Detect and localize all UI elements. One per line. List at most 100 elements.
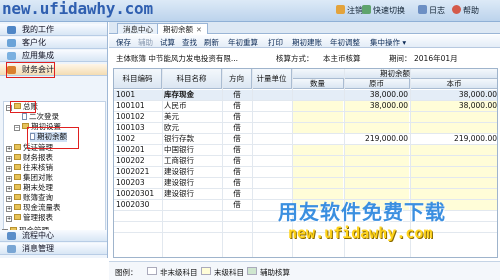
cell-local[interactable] (410, 156, 497, 167)
cell-local[interactable] (410, 145, 497, 156)
trial-balance-button[interactable]: 试算 (160, 37, 175, 48)
tree-node-mgmt-reports[interactable]: + 管理报表 (6, 213, 53, 223)
folder-icon (14, 194, 21, 200)
tree-node-writeoff[interactable]: + 往来核销 (6, 163, 53, 173)
cell-name: 银行存款 (164, 134, 194, 143)
cell-qty[interactable] (292, 101, 344, 112)
help-link[interactable]: 帮助 (452, 5, 479, 16)
find-button[interactable]: 查找 (182, 37, 197, 48)
cell-qty[interactable] (292, 145, 344, 156)
header-unit[interactable]: 计量单位 (252, 69, 292, 89)
cell-name: 库存现金 (164, 90, 194, 99)
document-icon (22, 113, 27, 120)
cell-orig[interactable] (344, 123, 410, 134)
table-row[interactable]: 100103 欧元 借 (114, 123, 497, 134)
expand-icon[interactable]: + (6, 216, 12, 222)
header-quantity[interactable]: 数量 (292, 79, 344, 89)
cell-qty[interactable] (292, 134, 344, 145)
print-button[interactable]: 打印 (268, 37, 283, 48)
cell-dir: 借 (233, 134, 241, 143)
expand-icon[interactable]: + (6, 206, 12, 212)
cell-local[interactable] (410, 167, 497, 178)
tree-node-financial-reports[interactable]: + 财务报表 (6, 153, 53, 163)
logout-link[interactable]: 注销 (336, 5, 363, 16)
cell-qty[interactable] (292, 156, 344, 167)
auxiliary-button[interactable]: 辅助 (138, 37, 153, 48)
year-recalc-button[interactable]: 年初重算 (228, 37, 258, 48)
expand-icon[interactable]: + (6, 146, 12, 152)
expand-icon[interactable]: + (6, 196, 12, 202)
log-link[interactable]: 日志 (418, 5, 445, 16)
account-book-label[interactable]: 主体账簿 中节能风力发电投资有限... (116, 53, 238, 64)
cell-orig[interactable] (344, 112, 410, 123)
accounting-method-value[interactable]: 本主币核算 (323, 53, 361, 64)
cell-unit (252, 156, 292, 167)
cell-orig[interactable] (344, 145, 410, 156)
cell-qty[interactable] (292, 123, 344, 134)
cell-orig[interactable]: 219,000.00 (344, 134, 410, 145)
cell-code: 1002 (116, 134, 136, 143)
tab-opening-balance[interactable]: 期初余额 ✕ (157, 23, 208, 34)
year-adjust-button[interactable]: 年初调整 (330, 37, 360, 48)
save-button[interactable]: 保存 (116, 37, 131, 48)
nav-customization[interactable]: 客户化 (0, 37, 107, 49)
legend-swatch-nonleaf (147, 267, 157, 275)
nav-app-integration[interactable]: 应用集成 (0, 50, 107, 62)
collapse-icon[interactable]: − (14, 125, 20, 131)
cell-qty[interactable] (292, 178, 344, 189)
expand-icon[interactable]: + (6, 166, 12, 172)
cell-local[interactable]: 219,000.00 (410, 134, 497, 145)
cell-dir (222, 211, 252, 222)
header-account-name[interactable]: 科目名称 (162, 69, 222, 89)
table-row[interactable]: 100102 美元 借 (114, 112, 497, 123)
tree-node-group-reconcile[interactable]: + 集团对账 (6, 173, 53, 183)
period-value[interactable]: 2016年01月 (414, 53, 458, 64)
cell-qty[interactable] (292, 112, 344, 123)
cell-local[interactable]: 38,000.00 (410, 90, 497, 101)
opening-setup-button[interactable]: 期初建账 (292, 37, 322, 48)
table-row[interactable]: 100202 工商银行 借 (114, 156, 497, 167)
refresh-button[interactable]: 刷新 (204, 37, 219, 48)
legend-swatch-auxiliary (247, 267, 257, 275)
process-icon (7, 232, 16, 240)
table-row[interactable]: 1001 库存现金 借 38,000.00 38,000.00 (114, 90, 497, 101)
tree-node-relogin[interactable]: 二次登录 (22, 112, 59, 122)
table-row[interactable]: 1002 银行存款 借 219,000.00 219,000.00 (114, 134, 497, 145)
cell-qty[interactable] (292, 167, 344, 178)
expand-icon[interactable]: + (6, 186, 12, 192)
sidebar: 我的工作 客户化 应用集成 财务会计 − 总账 二次登录 − 期初设置 期初余额 +… (0, 22, 108, 258)
expand-icon[interactable]: + (6, 176, 12, 182)
cell-orig[interactable] (344, 156, 410, 167)
table-row[interactable]: 100101 人民币 借 38,000.00 38,000.00 (114, 101, 497, 112)
quick-switch-link[interactable]: 快速切换 (362, 5, 405, 16)
nav-message-mgmt[interactable]: 消息管理 (0, 243, 107, 255)
tree-node-ledger-query[interactable]: + 账簿查询 (6, 193, 53, 203)
table-row[interactable]: 1002021 建设银行 借 (114, 167, 497, 178)
cell-code (116, 211, 162, 222)
tree-node-period-end[interactable]: + 期末处理 (6, 183, 53, 193)
header-opening-balance-group: 期初余额 (292, 69, 497, 79)
table-row[interactable]: 100201 中国银行 借 (114, 145, 497, 156)
cell-local[interactable]: 38,000.00 (410, 101, 497, 112)
header-local-currency[interactable]: 本币 (410, 79, 497, 89)
header-original-currency[interactable]: 原币 (344, 79, 410, 89)
cell-local[interactable] (410, 123, 497, 134)
cell-qty[interactable] (292, 90, 344, 101)
cell-local[interactable] (410, 178, 497, 189)
header-direction[interactable]: 方向 (222, 69, 252, 89)
cell-orig[interactable]: 38,000.00 (344, 101, 410, 112)
nav-process-center[interactable]: 流程中心 (0, 230, 107, 242)
cell-orig[interactable] (344, 167, 410, 178)
tab-message-center[interactable]: 消息中心 (117, 23, 159, 34)
cell-local[interactable] (410, 112, 497, 123)
tree-node-cashflow[interactable]: + 现金流量表 (6, 203, 61, 213)
cell-orig[interactable] (344, 178, 410, 189)
table-row[interactable]: 100203 建设银行 借 (114, 178, 497, 189)
batch-operation-dropdown[interactable]: 集中操作 ▾ (370, 37, 406, 48)
expand-icon[interactable]: + (6, 156, 12, 162)
cell-orig[interactable]: 38,000.00 (344, 90, 410, 101)
nav-my-work[interactable]: 我的工作 (0, 24, 107, 36)
cell-dir: 借 (233, 189, 241, 198)
header-account-code[interactable]: 科目编码 (114, 69, 162, 89)
cell-unit (252, 101, 292, 112)
